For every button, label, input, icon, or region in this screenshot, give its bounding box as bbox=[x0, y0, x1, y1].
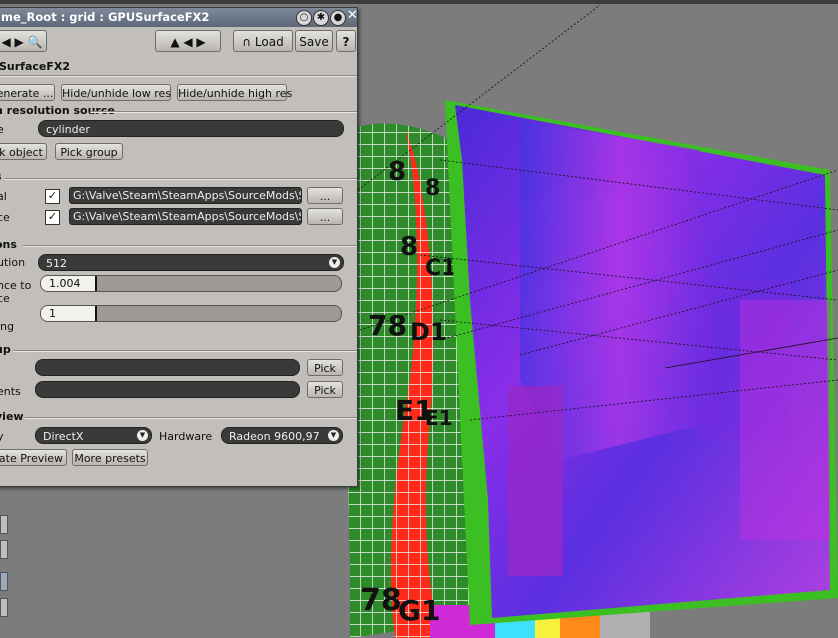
nav-arrows[interactable]: ◀ ▶ 🔍 bbox=[0, 30, 47, 52]
displace-map-label: ce bbox=[0, 211, 10, 224]
cylinder-label: G1 bbox=[398, 594, 440, 627]
cylinder-label: 8 bbox=[425, 176, 440, 201]
panel-title: me_Root : grid : GPUSurfaceFX2 bbox=[1, 10, 210, 24]
sampling-slider[interactable]: 1 bbox=[40, 305, 342, 322]
load-button[interactable]: ∩ Load bbox=[233, 30, 293, 52]
left-toolbar-edge bbox=[0, 515, 8, 534]
normal-map-browse-button[interactable]: ... bbox=[307, 187, 343, 204]
source-object-field[interactable]: cylinder bbox=[38, 120, 344, 137]
left-toolbar-edge bbox=[0, 598, 8, 617]
glasses-icon[interactable]: ○ bbox=[296, 10, 312, 26]
gpu-surface-fx-panel: me_Root : grid : GPUSurfaceFX2 ○ ✱ ● ✕ ◀… bbox=[0, 7, 358, 487]
lock-icon[interactable]: ● bbox=[330, 10, 346, 26]
displace-map-path[interactable]: G:\Valve\Steam\SteamApps\SourceMods\S bbox=[69, 208, 302, 225]
cage-object-field[interactable] bbox=[35, 359, 300, 376]
more-presets-button[interactable]: More presets bbox=[72, 449, 148, 466]
options-section-title: ons bbox=[0, 238, 17, 251]
distance-label: nce to bbox=[0, 279, 32, 292]
chevron-down-icon: ▼ bbox=[329, 257, 340, 268]
resolution-dropdown[interactable]: 512 ▼ bbox=[38, 254, 344, 271]
normal-map-label: al bbox=[0, 190, 7, 203]
left-toolbar-edge bbox=[0, 572, 8, 591]
source-field-label: e bbox=[0, 123, 4, 136]
cylinder-label: C1 bbox=[425, 256, 456, 281]
load-label: Load bbox=[254, 35, 284, 49]
help-button[interactable]: ? bbox=[336, 30, 356, 52]
divider bbox=[90, 111, 357, 113]
chevron-down-icon: ▼ bbox=[328, 430, 339, 441]
plugin-name: SurfaceFX2 bbox=[0, 60, 71, 73]
cylinder-label: 78 bbox=[368, 309, 407, 342]
cage-section-title: up bbox=[0, 343, 11, 356]
distance-value: 1.004 bbox=[49, 277, 81, 290]
distance-label-2: ce bbox=[0, 292, 10, 305]
normal-map-path[interactable]: G:\Valve\Steam\SteamApps\SourceMods\S bbox=[69, 187, 302, 204]
api-value: DirectX bbox=[43, 430, 84, 443]
cage-elements-pick-button[interactable]: Pick bbox=[307, 381, 343, 398]
hardware-label: Hardware bbox=[159, 430, 213, 443]
update-preview-button[interactable]: ate Preview bbox=[0, 449, 67, 466]
divider bbox=[5, 178, 357, 180]
displace-map-browse-button[interactable]: ... bbox=[307, 208, 343, 225]
resolution-value: 512 bbox=[46, 257, 67, 270]
distance-slider[interactable]: 1.004 bbox=[40, 275, 342, 292]
hardware-value: Radeon 9600,97 bbox=[229, 430, 320, 443]
save-button[interactable]: Save bbox=[295, 30, 333, 52]
hide-high-res-button[interactable]: Hide/unhide high res bbox=[177, 84, 292, 101]
resolution-label: ution bbox=[0, 256, 26, 269]
left-toolbar-edge bbox=[0, 540, 8, 559]
maps-section-title: s bbox=[0, 170, 2, 183]
cage-pick-button[interactable]: Pick bbox=[307, 359, 343, 376]
generate-button[interactable]: enerate ... bbox=[0, 84, 55, 101]
cage-elements-label: ents bbox=[0, 385, 21, 398]
api-label: y bbox=[0, 430, 4, 443]
divider bbox=[13, 350, 357, 352]
cylinder-label: 8 bbox=[400, 232, 418, 262]
api-dropdown[interactable]: DirectX ▼ bbox=[35, 427, 152, 444]
viewport-top-edge bbox=[0, 0, 838, 4]
pick-group-button[interactable]: Pick group bbox=[55, 143, 123, 160]
panel-titlebar[interactable]: me_Root : grid : GPUSurfaceFX2 ○ ✱ ● ✕ bbox=[0, 8, 358, 27]
hide-low-res-button[interactable]: Hide/unhide low res bbox=[61, 84, 171, 101]
divider bbox=[0, 75, 357, 77]
cylinder-label: E1 bbox=[425, 406, 453, 430]
hardware-dropdown[interactable]: Radeon 9600,97 ▼ bbox=[221, 427, 343, 444]
pick-object-button[interactable]: k object bbox=[0, 143, 47, 160]
sampling-value: 1 bbox=[49, 307, 56, 320]
cylinder-label: 78 bbox=[360, 583, 402, 618]
chevron-down-icon: ▼ bbox=[137, 430, 148, 441]
surface-plane bbox=[445, 100, 838, 625]
preview-section-title: view bbox=[0, 410, 24, 423]
divider bbox=[23, 245, 357, 247]
pin-icon[interactable]: ✱ bbox=[313, 10, 329, 26]
cylinder-label: D1 bbox=[410, 318, 447, 346]
displace-map-checkbox[interactable]: ✓ bbox=[45, 210, 60, 225]
magnet-icon: ∩ bbox=[242, 35, 252, 49]
up-back-forward-buttons[interactable]: ▲ ◀ ▶ bbox=[155, 30, 221, 52]
normal-map-checkbox[interactable]: ✓ bbox=[45, 189, 60, 204]
close-icon[interactable]: ✕ bbox=[347, 8, 358, 23]
cage-elements-field[interactable] bbox=[35, 381, 300, 398]
sampling-label: ing bbox=[0, 320, 15, 333]
divider bbox=[25, 417, 357, 419]
cylinder-label: 8 bbox=[388, 157, 406, 187]
sampling-label-top: . bbox=[0, 306, 1, 319]
